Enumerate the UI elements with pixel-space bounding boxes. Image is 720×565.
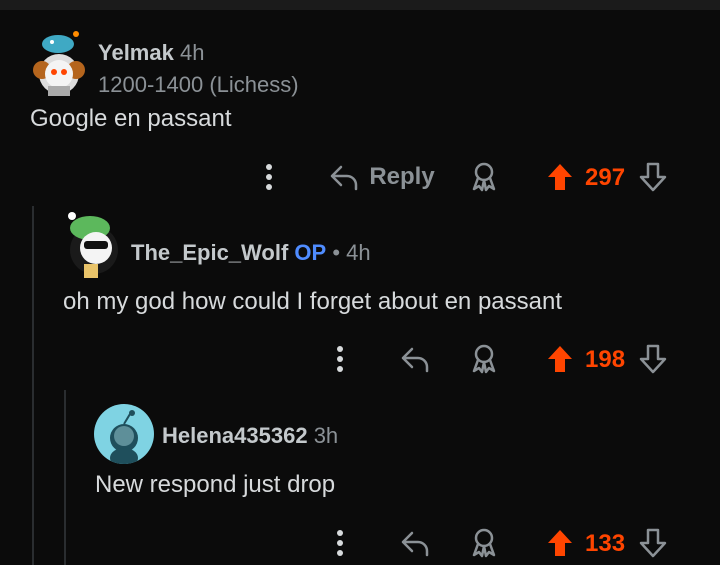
- timestamp: 3h: [313, 423, 339, 448]
- award-icon[interactable]: [467, 526, 501, 560]
- meta-separator: •: [332, 240, 341, 265]
- comment-body: Google en passant: [30, 105, 232, 132]
- reply-label: Reply: [369, 163, 435, 190]
- author-name[interactable]: Helena435362: [162, 423, 308, 448]
- reply-arrow-icon: [329, 163, 359, 191]
- comment-body: oh my god how could I forget about en pa…: [63, 288, 562, 315]
- top-bar: [0, 0, 720, 10]
- avatar[interactable]: [62, 208, 124, 280]
- award-icon[interactable]: [467, 342, 501, 376]
- more-options-icon[interactable]: [257, 162, 281, 192]
- downvote-arrow-icon[interactable]: [636, 342, 670, 376]
- reply-arrow-icon[interactable]: [398, 526, 432, 560]
- comment-body: New respond just drop: [95, 471, 336, 498]
- upvote-arrow-icon[interactable]: [543, 160, 577, 194]
- upvote-arrow-icon[interactable]: [543, 342, 577, 376]
- avatar[interactable]: [28, 30, 90, 96]
- reply-button[interactable]: Reply: [329, 160, 435, 194]
- timestamp: 4h: [179, 40, 205, 65]
- author-name[interactable]: The_Epic_Wolf: [131, 240, 288, 265]
- thread-line[interactable]: [64, 390, 66, 565]
- comment-meta: Helena435362 3h: [162, 423, 338, 449]
- vote-score: 133: [585, 530, 626, 557]
- more-options-icon[interactable]: [328, 528, 352, 558]
- downvote-arrow-icon[interactable]: [636, 526, 670, 560]
- op-badge: OP: [294, 240, 327, 265]
- thread-line[interactable]: [32, 206, 34, 565]
- timestamp: 4h: [346, 240, 371, 265]
- comment-meta: The_Epic_Wolf OP • 4h: [131, 240, 371, 266]
- user-flair: 1200-1400 (Lichess): [98, 72, 299, 97]
- upvote-arrow-icon[interactable]: [543, 526, 577, 560]
- comment-meta: Yelmak 4h: [98, 40, 204, 66]
- avatar[interactable]: [94, 404, 154, 464]
- vote-score: 198: [585, 346, 626, 373]
- reply-arrow-icon[interactable]: [398, 342, 432, 376]
- downvote-arrow-icon[interactable]: [636, 160, 670, 194]
- vote-score: 297: [585, 164, 626, 191]
- author-name[interactable]: Yelmak: [98, 40, 174, 65]
- more-options-icon[interactable]: [328, 344, 352, 374]
- award-icon[interactable]: [467, 160, 501, 194]
